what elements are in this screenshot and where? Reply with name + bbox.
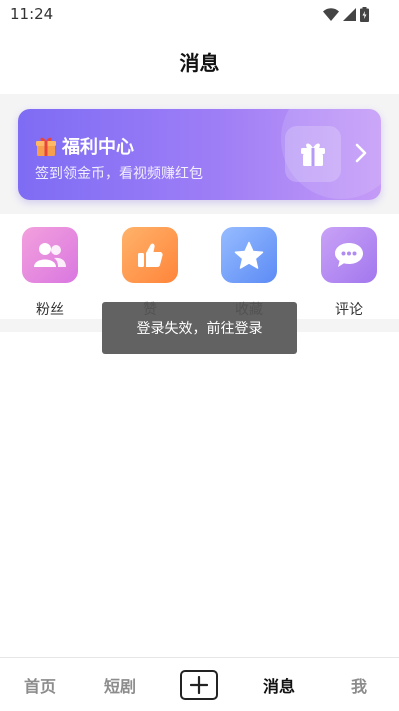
fans-icon (22, 227, 78, 283)
gift-emoji-icon (36, 137, 56, 156)
comment-icon (321, 227, 377, 283)
status-time: 11:24 (10, 5, 54, 23)
welfare-subtitle: 签到领金币，看视频赚红包 (35, 166, 203, 182)
welfare-title-row: 福利中心 (35, 133, 134, 159)
quick-action-fans[interactable]: 粉丝 (10, 227, 90, 318)
quick-label-fans: 粉丝 (36, 302, 64, 318)
tab-short-drama[interactable]: 短剧 (80, 658, 160, 711)
nav-header: 消息 (0, 28, 399, 94)
tab-label-short-drama: 短剧 (103, 677, 136, 696)
tab-home[interactable]: 首页 (0, 658, 80, 711)
quick-label-comments: 评论 (335, 302, 363, 318)
battery-icon (360, 6, 369, 22)
star-icon (221, 227, 277, 283)
plus-icon (190, 676, 208, 694)
welfare-center-card[interactable]: 福利中心 签到领金币，看视频赚红包 (18, 109, 381, 200)
page-title: 消息 (179, 50, 220, 75)
bottom-tab-bar: 首页 短剧 消息 我 (0, 657, 399, 711)
tab-messages[interactable]: 消息 (239, 658, 319, 711)
status-bar: 11:24 (0, 0, 399, 28)
thumbs-up-icon (122, 227, 178, 283)
tab-label-home: 首页 (23, 677, 56, 696)
tab-label-me: 我 (350, 677, 367, 696)
signal-icon (343, 7, 356, 21)
tab-me[interactable]: 我 (319, 658, 399, 711)
status-icons (323, 6, 369, 22)
login-expired-toast: 登录失效，前往登录 (102, 302, 297, 354)
wifi-icon (323, 7, 339, 21)
tab-label-messages: 消息 (262, 677, 295, 696)
banner-section: 福利中心 签到领金币，看视频赚红包 (0, 94, 399, 214)
add-button[interactable] (180, 670, 218, 700)
toast-message: 登录失效，前往登录 (136, 321, 263, 337)
quick-action-favorites[interactable]: 收藏 (209, 227, 289, 318)
quick-action-likes[interactable]: 赞 (110, 227, 190, 318)
gift-box-icon (285, 126, 341, 182)
chevron-right-icon (355, 143, 367, 163)
welfare-title: 福利中心 (62, 137, 134, 158)
quick-action-comments[interactable]: 评论 (309, 227, 389, 318)
